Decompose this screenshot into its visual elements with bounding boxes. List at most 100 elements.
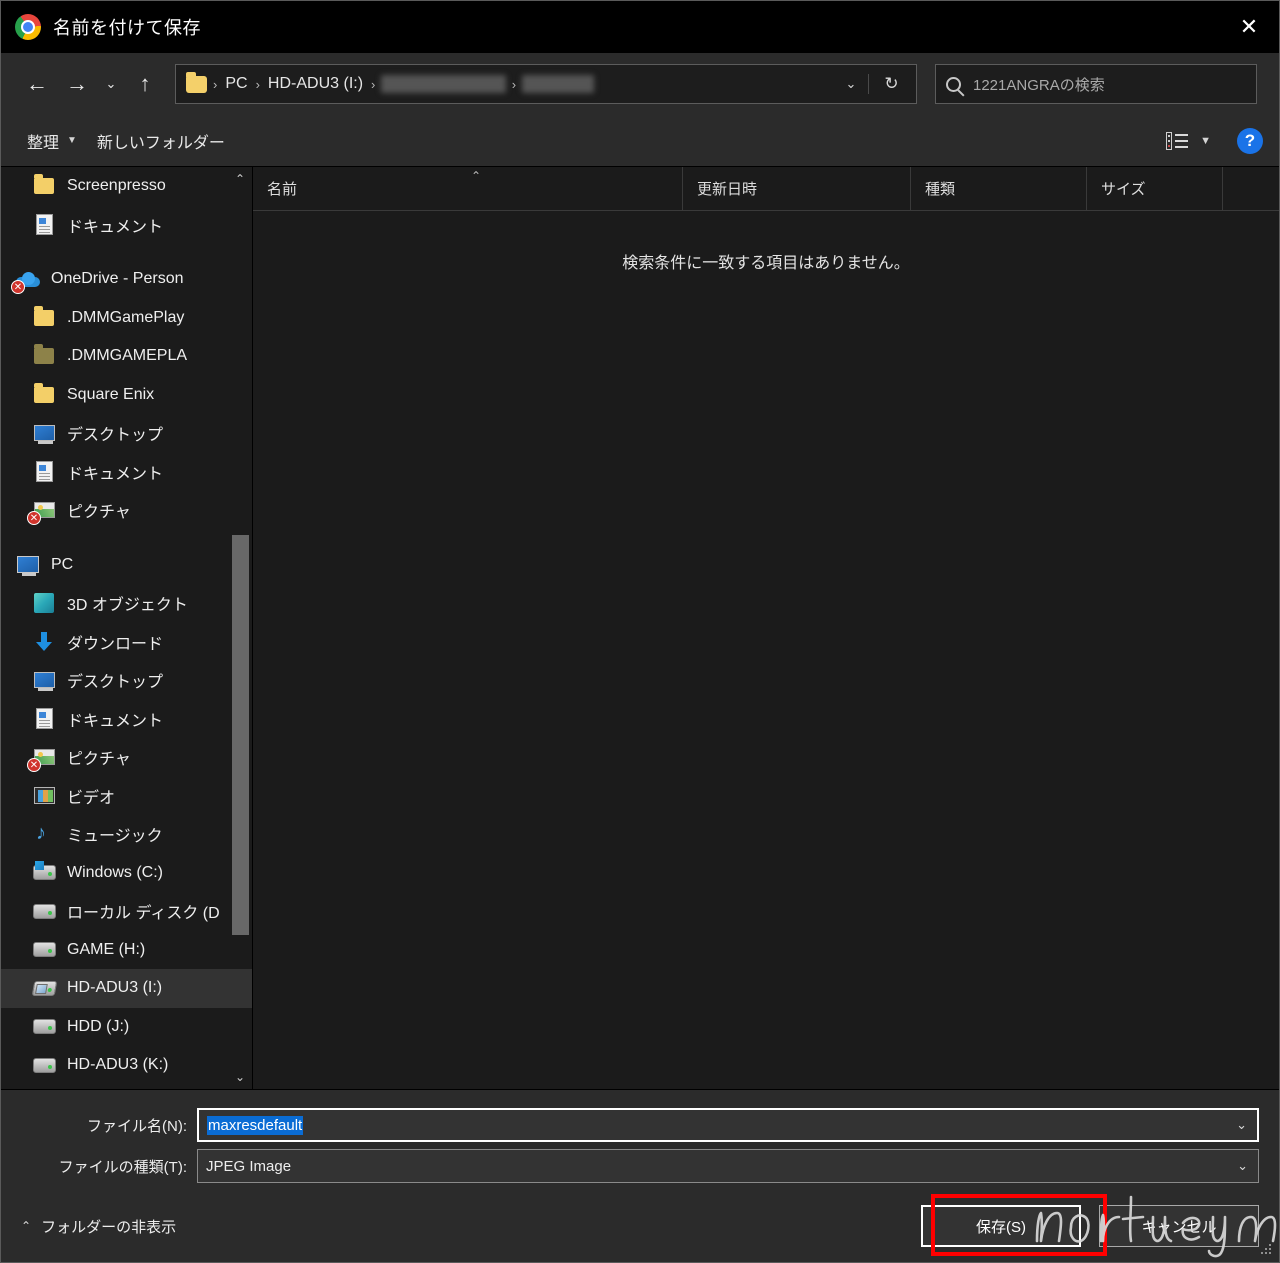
sidebar-item-23[interactable]: HDD (J:): [1, 1008, 252, 1047]
sidebar-item-label: Windows (C:): [67, 863, 164, 881]
command-bar: 整理 ▼ 新しいフォルダー ▼ ?: [1, 115, 1279, 167]
folder-icon: [34, 382, 54, 403]
close-icon[interactable]: ✕: [1219, 1, 1279, 53]
sidebar-item-3[interactable]: ✕ OneDrive - Person: [1, 260, 252, 299]
breadcrumb-separator: ›: [511, 76, 517, 92]
search-box[interactable]: 1221ANGRAの検索: [935, 64, 1257, 104]
new-folder-button[interactable]: 新しいフォルダー: [87, 129, 235, 153]
sidebar-item-17[interactable]: ビデオ: [1, 777, 252, 816]
3d-objects-icon: [34, 593, 54, 614]
sidebar-item-label: ローカル ディスク (D: [67, 905, 220, 923]
filetype-value[interactable]: JPEG Image: [206, 1158, 291, 1175]
chevron-down-icon[interactable]: ⌄: [834, 76, 868, 92]
column-header-type[interactable]: 種類: [911, 166, 1087, 211]
sidebar-item-label: ミュージック: [67, 828, 163, 846]
sidebar-item-icon: [31, 344, 57, 368]
folder-hidden-icon: [34, 344, 54, 365]
scroll-up-button[interactable]: ⌃: [230, 169, 250, 189]
list-view-icon[interactable]: [1166, 131, 1189, 150]
column-header-date[interactable]: 更新日時: [683, 166, 911, 211]
filetype-field[interactable]: JPEG Image ⌄: [197, 1149, 1259, 1183]
sidebar-item-label: ビデオ: [67, 789, 116, 807]
help-icon[interactable]: ?: [1237, 127, 1263, 154]
column-header-size[interactable]: サイズ: [1087, 166, 1223, 211]
sidebar-item-icon: [31, 1015, 57, 1039]
chevron-down-icon: ▼: [67, 135, 77, 146]
sidebar-item-22[interactable]: HD-ADU3 (I:): [1, 969, 252, 1008]
resize-grip[interactable]: [1259, 1242, 1271, 1254]
view-options-chevron-down-icon[interactable]: ▼: [1200, 135, 1211, 147]
breadcrumb-item-redacted-2[interactable]: ■■■■■■■: [522, 75, 594, 93]
organize-label: 整理: [27, 134, 60, 152]
sidebar-item-18[interactable]: ♪ ミュージック: [1, 815, 252, 854]
sidebar-item-6[interactable]: Square Enix: [1, 376, 252, 415]
sidebar-item-icon: [31, 174, 57, 198]
sidebar-item-icon: ✕: [27, 745, 57, 773]
sidebar-item-20[interactable]: ローカル ディスク (D: [1, 892, 252, 931]
sidebar-item-7[interactable]: デスクトップ: [1, 414, 252, 453]
breadcrumb-separator: ›: [371, 76, 376, 92]
recent-locations-button[interactable]: ⌄: [97, 65, 125, 103]
empty-list-message: 検索条件に一致する項目はありません。: [622, 255, 910, 272]
breadcrumb-item-pc[interactable]: PC: [223, 75, 249, 93]
save-as-dialog: 名前を付けて保存 ✕ ← → ⌄ ↑ › PC › HD-ADU3 (I:) ›…: [0, 0, 1280, 1263]
title-bar: 名前を付けて保存 ✕: [1, 1, 1279, 53]
filename-label: ファイル名(N):: [87, 1117, 187, 1135]
sidebar-item-icon: [31, 976, 57, 1000]
sidebar-item-24[interactable]: HD-ADU3 (K:): [1, 1046, 252, 1085]
sidebar-item-15[interactable]: ドキュメント: [1, 700, 252, 739]
sidebar-item-11[interactable]: PC: [1, 546, 252, 585]
sidebar-item-0[interactable]: Screenpresso: [1, 167, 252, 206]
search-input[interactable]: 1221ANGRAの検索: [973, 74, 1105, 95]
sidebar-item-label: ピクチャ: [67, 504, 131, 522]
sidebar-item-icon: [31, 899, 57, 923]
sidebar-item-5[interactable]: .DMMGAMEPLA: [1, 337, 252, 376]
hide-folders-button[interactable]: ⌃ フォルダーの非表示: [21, 1216, 176, 1237]
sidebar-item-8[interactable]: ドキュメント: [1, 453, 252, 492]
desktop-icon: [33, 425, 55, 445]
navigation-pane: Screenpresso ドキュメント ✕ OneDrive - Person .DMM…: [1, 167, 253, 1089]
chevron-down-icon[interactable]: ⌄: [1236, 1117, 1247, 1133]
breadcrumb-item-redacted-1[interactable]: ■■■■■■■ ■■■■■: [381, 75, 506, 93]
sidebar-item-label: ダウンロード: [67, 635, 164, 653]
sidebar-item-16[interactable]: ✕ ピクチャ: [1, 738, 252, 777]
breadcrumb-item-drive[interactable]: HD-ADU3 (I:): [266, 75, 365, 93]
column-header-name[interactable]: 名前 ⌃: [253, 166, 683, 211]
sidebar-item-icon: [31, 460, 57, 484]
sidebar-item-1[interactable]: ドキュメント: [1, 206, 252, 245]
up-button[interactable]: ↑: [125, 65, 165, 103]
chrome-icon: [15, 14, 41, 40]
sidebar-item-label: HD-ADU3 (K:): [67, 1056, 169, 1074]
sidebar-item-13[interactable]: ダウンロード: [1, 623, 252, 662]
sidebar-item-12[interactable]: 3D オブジェクト: [1, 584, 252, 623]
forward-button[interactable]: →: [57, 65, 97, 103]
refresh-icon[interactable]: ↻: [868, 74, 914, 94]
sidebar-item-icon: [31, 421, 57, 445]
sidebar-item-9[interactable]: ✕ ピクチャ: [1, 491, 252, 530]
organize-button[interactable]: 整理 ▼: [17, 129, 87, 153]
save-button[interactable]: 保存(S): [921, 1205, 1081, 1247]
address-bar[interactable]: › PC › HD-ADU3 (I:) › ■■■■■■■ ■■■■■ › ■■…: [175, 64, 917, 104]
sidebar-item-21[interactable]: GAME (H:): [1, 931, 252, 970]
pc-icon: [17, 556, 39, 577]
filetype-label: ファイルの種類(T):: [58, 1158, 187, 1176]
external-drive-icon: [31, 980, 57, 996]
drive-icon: [32, 1019, 56, 1035]
back-button[interactable]: ←: [17, 65, 57, 103]
filename-row: ファイル名(N): maxresdefault ⌄: [1, 1108, 1279, 1142]
sidebar-item-label: ピクチャ: [67, 751, 131, 769]
filename-value[interactable]: maxresdefault: [207, 1115, 304, 1135]
sidebar-item-14[interactable]: デスクトップ: [1, 661, 252, 700]
sidebar-item-19[interactable]: Windows (C:): [1, 854, 252, 893]
sidebar-item-icon: [31, 784, 57, 808]
sidebar-item-label: .DMMGAMEPLA: [67, 347, 188, 365]
filename-field[interactable]: maxresdefault ⌄: [197, 1108, 1259, 1142]
sidebar-scrollbar-thumb[interactable]: [232, 535, 249, 935]
sidebar-item-4[interactable]: .DMMGamePlay: [1, 299, 252, 338]
sidebar-item-label: デスクトップ: [67, 427, 164, 445]
error-badge-icon: ✕: [27, 758, 41, 773]
cancel-button[interactable]: キャンセル: [1099, 1205, 1259, 1247]
scroll-down-button[interactable]: ⌄: [230, 1067, 250, 1087]
chevron-down-icon[interactable]: ⌄: [1237, 1158, 1248, 1174]
sidebar-item-label: Square Enix: [67, 385, 155, 403]
